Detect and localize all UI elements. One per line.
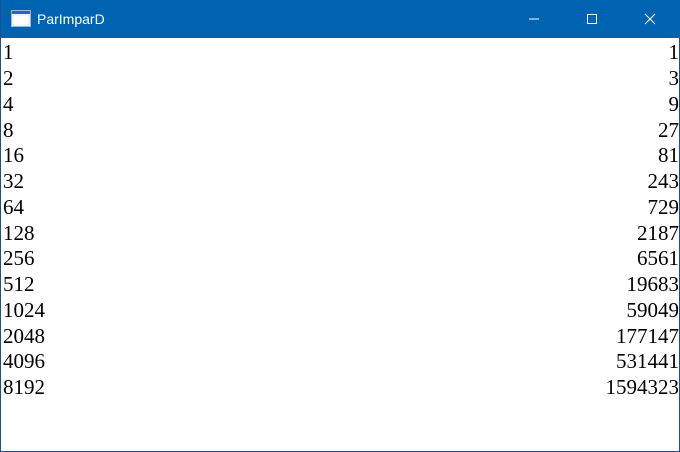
list-item: 16 81 [2, 142, 679, 168]
title-bar[interactable]: ParImparD [1, 0, 680, 38]
list-item: 8192 1594323 [2, 374, 679, 400]
close-button[interactable] [621, 0, 679, 38]
power-of-two-value: 8 [3, 118, 14, 142]
power-of-three-value: 729 [647, 195, 680, 219]
power-of-three-value: 27 [658, 118, 679, 142]
power-of-three-value: 531441 [616, 349, 679, 373]
window-title: ParImparD [37, 11, 105, 27]
power-of-three-value: 3 [668, 66, 680, 90]
power-of-three-value: 81 [658, 143, 679, 167]
list-item: 128 2187 [2, 220, 679, 246]
power-of-two-value: 4096 [3, 349, 45, 373]
power-of-two-value: 16 [3, 143, 24, 167]
client-area: 1 1 2 3 4 9 8 27 16 81 32 243 64 729 128 [2, 38, 679, 451]
power-of-three-value: 177147 [616, 324, 679, 348]
maximize-button[interactable] [563, 0, 621, 38]
list-item: 256 6561 [2, 245, 679, 271]
list-item: 8 27 [2, 117, 679, 143]
list-item: 1024 59049 [2, 297, 679, 323]
power-of-two-value: 64 [3, 195, 24, 219]
power-of-two-value: 512 [3, 272, 35, 296]
window-app-icon [11, 10, 31, 27]
power-of-two-value: 256 [3, 246, 35, 270]
power-of-three-value: 59049 [626, 298, 680, 322]
list-item: 4 9 [2, 91, 679, 117]
power-of-two-value: 8192 [3, 375, 45, 399]
minimize-button[interactable] [505, 0, 563, 38]
list-item: 4096 531441 [2, 348, 679, 374]
list-item: 512 19683 [2, 271, 679, 297]
list-item: 64 729 [2, 194, 679, 220]
list-item: 2 3 [2, 65, 679, 91]
power-of-two-value: 4 [3, 92, 14, 116]
power-of-three-value: 243 [647, 169, 680, 193]
power-of-two-value: 128 [3, 221, 35, 245]
list-item: 1 1 [2, 39, 679, 65]
power-of-two-value: 2 [3, 66, 14, 90]
power-of-two-value: 1 [3, 40, 14, 64]
list-item: 2048 177147 [2, 323, 679, 349]
app-window: ParImparD 1 1 2 3 4 9 8 27 16 81 32 243 … [0, 0, 680, 452]
power-of-three-value: 19683 [626, 272, 680, 296]
maximize-icon [587, 14, 597, 24]
power-of-three-value: 6561 [637, 246, 679, 270]
power-of-two-value: 1024 [3, 298, 45, 322]
minimize-icon [529, 18, 539, 20]
power-of-three-value: 1594323 [605, 375, 680, 399]
power-of-three-value: 1 [668, 40, 680, 64]
power-of-three-value: 2187 [637, 221, 679, 245]
close-icon [644, 13, 656, 25]
power-of-three-value: 9 [668, 92, 680, 116]
list-item: 32 243 [2, 168, 679, 194]
power-of-two-value: 32 [3, 169, 24, 193]
power-of-two-value: 2048 [3, 324, 45, 348]
